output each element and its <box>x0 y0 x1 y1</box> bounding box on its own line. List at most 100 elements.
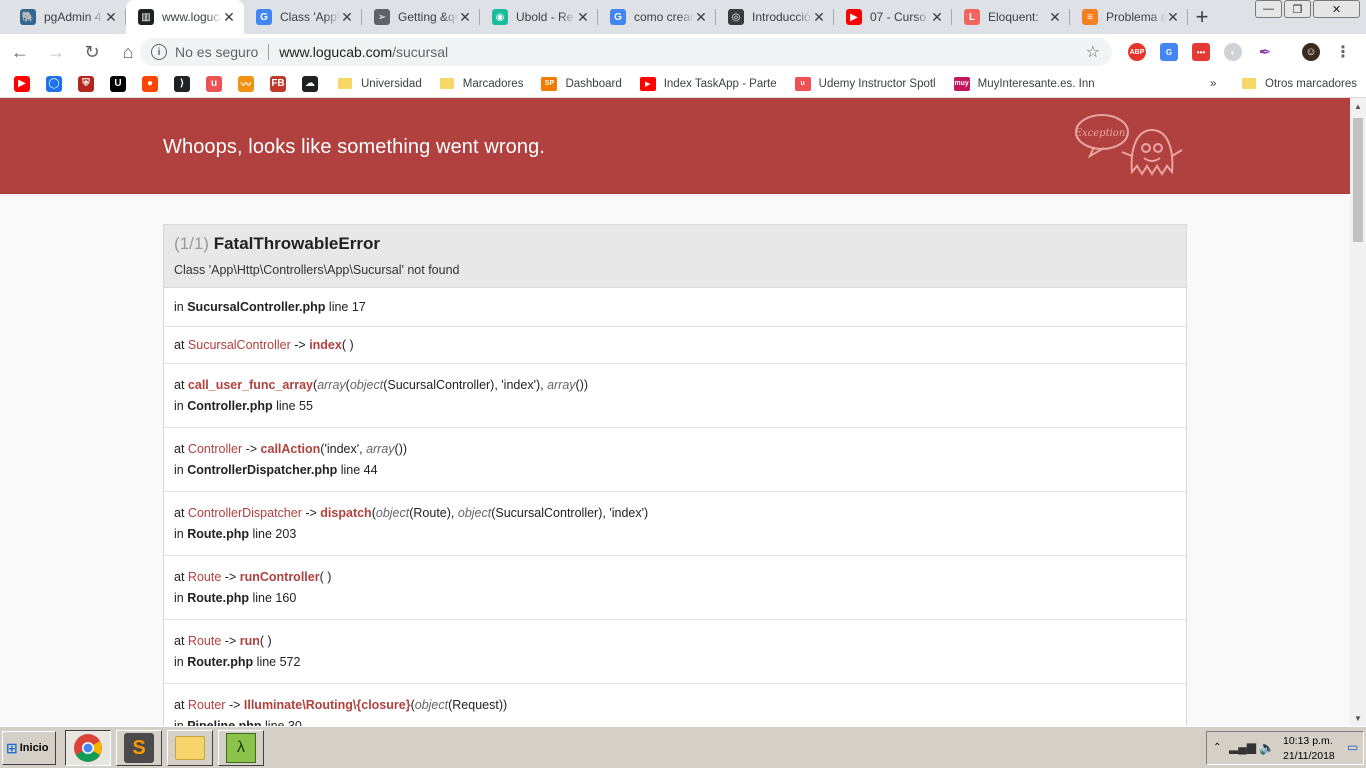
trace-class: ControllerDispatcher <box>187 506 302 520</box>
info-icon[interactable]: i <box>151 44 167 60</box>
trace-class: Route <box>187 634 222 648</box>
start-button[interactable]: ⊞ Inicio <box>2 731 56 765</box>
extension-grey-icon[interactable]: ◐ <box>1224 43 1242 61</box>
tab-close-icon[interactable]: ✕ <box>694 9 708 26</box>
eye-icon: ◎ <box>728 9 744 25</box>
elephant-icon: 🐘 <box>20 9 36 25</box>
tab[interactable]: ▶ 07 - Curso ✕ <box>834 0 952 34</box>
circle-icon[interactable]: ◯ <box>46 75 62 92</box>
tab[interactable]: ≡ Problema a ✕ <box>1070 0 1188 34</box>
udemy-u-icon[interactable]: U <box>110 75 126 92</box>
address-bar[interactable]: i No es seguro www.logucab.com/sucursal … <box>140 38 1112 66</box>
other-bookmarks[interactable]: Otros marcadores <box>1242 70 1357 98</box>
tab-title: Eloquent: <box>988 10 1039 24</box>
terminal-icon: λ <box>226 733 256 763</box>
sp-icon: SP <box>541 76 558 91</box>
bookmark-item[interactable]: Marcadores <box>439 70 523 98</box>
scroll-thumb[interactable] <box>1353 118 1363 242</box>
udemy-icon[interactable]: u <box>206 75 222 92</box>
restore-icon[interactable]: ❐ <box>1284 0 1311 18</box>
avatar[interactable]: ☺ <box>1302 43 1320 61</box>
trace-function: dispatch <box>320 506 372 520</box>
volume-icon[interactable]: 🔈 <box>1259 740 1275 756</box>
udemy-icon: u <box>794 76 811 91</box>
folder-icon <box>338 78 352 89</box>
back-icon[interactable]: ← <box>4 36 36 68</box>
tab-close-icon[interactable]: ✕ <box>340 9 354 26</box>
arrow: -> <box>228 698 241 712</box>
exception-header: (1/1) FatalThrowableError Class 'App\Htt… <box>164 225 1186 288</box>
tab[interactable]: Gcomo crear ✕ <box>598 0 716 34</box>
shield-icon[interactable]: ⛨ <box>78 75 94 92</box>
banner-title: Whoops, looks like something went wrong. <box>163 136 545 158</box>
youtube-icon[interactable]: ▶ <box>14 75 30 92</box>
tab[interactable]: ◉ Ubold - Re ✕ <box>480 0 598 34</box>
tab[interactable]: G Class 'App\Http\Controllers' - Google✕ <box>244 0 362 34</box>
trace-location: in Route.php line 203 <box>174 524 1176 545</box>
notifications-icon[interactable]: ▭ <box>1347 740 1358 754</box>
more-bookmarks-icon[interactable]: » <box>1210 70 1216 98</box>
bookmark-label: Udemy Instructor Spotl <box>818 77 936 90</box>
clock-date[interactable]: 21/11/2018 <box>1283 750 1335 762</box>
star-icon[interactable]: ☆ <box>1086 42 1100 62</box>
bookmark-item[interactable]: u Udemy Instructor Spotl <box>794 70 936 98</box>
tab-close-icon[interactable]: ✕ <box>1166 9 1180 26</box>
trace-call: at Controller -> callAction('index', arr… <box>174 439 1176 460</box>
page-scrollbar[interactable]: ▲ ▼ <box>1350 98 1366 726</box>
error-count: (1/1) <box>174 234 209 253</box>
tray-expand-icon[interactable]: ⌃ <box>1213 742 1221 753</box>
extension-badge-icon[interactable]: ••• <box>1192 43 1210 61</box>
trace-file: Route.php <box>187 527 250 541</box>
close-window-icon[interactable]: ✕ <box>1313 0 1360 18</box>
reload-icon[interactable]: ↻ <box>76 36 108 68</box>
url-host: www.logucab.com <box>279 44 393 60</box>
translate-icon[interactable]: G <box>1160 43 1178 61</box>
minimize-icon[interactable]: — <box>1255 0 1282 18</box>
tab-close-icon[interactable]: ✕ <box>576 9 590 26</box>
tab-close-icon[interactable]: ✕ <box>1048 9 1062 26</box>
tab-close-icon[interactable]: ✕ <box>222 9 236 26</box>
chat-icon[interactable]: ☁ <box>302 75 318 92</box>
sublime-icon: S <box>124 733 154 763</box>
code-icon[interactable]: ⟩ <box>174 75 190 92</box>
divider <box>268 44 270 60</box>
reddit-icon[interactable]: ● <box>142 75 158 92</box>
scroll-up-icon[interactable]: ▲ <box>1350 98 1366 114</box>
forward-icon[interactable]: → <box>40 36 72 68</box>
clock-time[interactable]: 10:13 p.m. <box>1283 735 1333 747</box>
adblock-icon[interactable]: ABP <box>1128 43 1146 61</box>
menu-icon[interactable]: ⋮ <box>1334 43 1352 61</box>
bookmark-item[interactable]: SP Dashboard <box>541 70 622 98</box>
trace-line: line 55 <box>276 399 313 413</box>
bookmark-item[interactable]: ▶ Index TaskApp - Parte <box>639 70 777 98</box>
exception-panel: (1/1) FatalThrowableError Class 'App\Htt… <box>163 224 1187 726</box>
fb-icon[interactable]: FB <box>270 75 286 92</box>
taskbar-sublime[interactable]: S <box>116 730 162 766</box>
new-tab-icon[interactable]: + <box>1188 0 1216 34</box>
trace-line: line 203 <box>252 527 297 541</box>
trace-file: ControllerDispatcher.php <box>187 463 338 477</box>
wave-icon[interactable]: 〰 <box>238 75 254 92</box>
taskbar-explorer[interactable] <box>167 730 213 766</box>
tab[interactable]: ➢ Getting &quot;...✕ <box>362 0 480 34</box>
trace-function: Illuminate\Routing\{closure} <box>243 698 411 712</box>
trace-class: SucursalController <box>187 338 291 352</box>
tab-close-icon[interactable]: ✕ <box>930 9 944 26</box>
tab-close-icon[interactable]: ✕ <box>812 9 826 26</box>
quill-icon[interactable]: ✒ <box>1256 43 1274 61</box>
bookmark-item[interactable]: muy MuyInteresante.es. Inn <box>953 70 1095 98</box>
tab[interactable]: 🐘 pgAdmin 4 ✕ <box>8 0 126 34</box>
scroll-down-icon[interactable]: ▼ <box>1350 710 1366 726</box>
tab[interactable]: L Eloquent: ✕ <box>952 0 1070 34</box>
folder-icon <box>1242 78 1256 89</box>
tab[interactable]: ▥ www.logucab.com/sucursal✕ <box>126 0 244 34</box>
taskbar-chrome[interactable] <box>65 730 111 766</box>
tab-close-icon[interactable]: ✕ <box>458 9 472 26</box>
bookmark-item[interactable]: Universidad <box>338 70 422 98</box>
tab-close-icon[interactable]: ✕ <box>104 9 118 26</box>
trace-location: in Controller.php line 55 <box>174 396 1176 417</box>
arrow: -> <box>224 634 237 648</box>
taskbar-terminal[interactable]: λ <box>218 730 264 766</box>
network-icon[interactable]: ▂▄▆ <box>1229 740 1256 754</box>
tab[interactable]: ◎ Introducción ✕ <box>716 0 834 34</box>
